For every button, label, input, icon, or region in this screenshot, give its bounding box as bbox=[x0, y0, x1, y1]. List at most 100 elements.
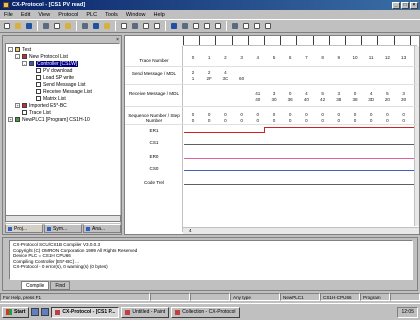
status-bar: For Help, press F1 Any type NewPLC1 CS1H-CP… bbox=[0, 293, 420, 301]
tree-item[interactable]: Load SP write bbox=[8, 74, 117, 81]
cut-icon[interactable] bbox=[41, 21, 51, 31]
output-line: CX-Protocol - 0 error(s), 0 warning(s) (… bbox=[13, 264, 108, 269]
save-icon[interactable] bbox=[24, 21, 34, 31]
menu-protocol[interactable]: Protocol bbox=[57, 12, 79, 18]
trace-cell: 0 bbox=[256, 112, 260, 117]
connect-icon[interactable] bbox=[169, 21, 179, 31]
tab-find[interactable]: Find bbox=[50, 281, 71, 290]
menu-plc[interactable]: PLC bbox=[85, 12, 98, 18]
windows-flag-icon bbox=[6, 309, 12, 315]
document-icon bbox=[36, 68, 41, 73]
copy-icon[interactable] bbox=[52, 21, 62, 31]
new-file-icon[interactable] bbox=[2, 21, 12, 31]
transfer-icon[interactable] bbox=[180, 21, 190, 31]
collapse-icon[interactable]: - bbox=[8, 47, 13, 52]
trace-cell: 0 bbox=[369, 112, 373, 117]
zoom-icon[interactable] bbox=[141, 21, 151, 31]
er1-signal-trace bbox=[264, 127, 414, 128]
ruler-tick bbox=[247, 36, 249, 45]
project-tree[interactable]: - Test - New Protocol List - Controller [CS1W… bbox=[5, 43, 120, 223]
trace-start-icon[interactable] bbox=[191, 21, 201, 31]
chart-vertical-scrollbar[interactable] bbox=[414, 46, 419, 226]
trace-cell: 3 bbox=[272, 91, 276, 96]
protocol-icon bbox=[22, 54, 27, 59]
close-button[interactable]: × bbox=[410, 1, 418, 9]
toolbar-separator bbox=[165, 21, 166, 31]
upload-icon[interactable] bbox=[252, 21, 262, 31]
trace-cell: 3C bbox=[222, 76, 229, 81]
trace-cell: 40 bbox=[255, 97, 261, 102]
analysis-tab-icon bbox=[86, 226, 90, 231]
print-icon[interactable] bbox=[80, 21, 90, 31]
compare-icon[interactable] bbox=[263, 21, 273, 31]
quicklaunch-browser-icon[interactable] bbox=[41, 308, 50, 316]
task-paint[interactable]: Untitled - Paint bbox=[121, 306, 170, 318]
tree-item[interactable]: PV download bbox=[8, 67, 117, 74]
trace-cell: 5 bbox=[321, 91, 324, 96]
properties-icon[interactable] bbox=[91, 21, 101, 31]
trace-row-label: CS0 bbox=[149, 166, 159, 171]
document-icon bbox=[36, 75, 41, 80]
tab-project[interactable]: Proj... bbox=[5, 224, 43, 233]
quicklaunch-desktop-icon[interactable] bbox=[31, 308, 40, 316]
menu-view[interactable]: View bbox=[37, 12, 51, 18]
chart-horizontal-scrollbar[interactable]: 4 bbox=[183, 227, 419, 234]
trace-cell: 36 bbox=[287, 97, 293, 102]
tab-compile[interactable]: Compile bbox=[21, 281, 50, 290]
trace-stop-icon[interactable] bbox=[202, 21, 212, 31]
tree-view-icon[interactable] bbox=[119, 21, 129, 31]
status-cell: For Help, press F1 bbox=[0, 293, 150, 301]
tree-item[interactable]: Receive Message List bbox=[8, 88, 117, 95]
output-log[interactable]: CX-Protocol SCU/CS1B Compiler V3.0.0.3 Co… bbox=[9, 240, 413, 280]
download-icon[interactable] bbox=[241, 21, 251, 31]
tree-item[interactable]: - New Protocol List bbox=[8, 53, 117, 60]
tree-item[interactable]: - Controller [CS1W] bbox=[8, 60, 117, 67]
status-cell bbox=[150, 293, 190, 301]
tree-item[interactable]: Trace List bbox=[8, 109, 117, 116]
compile-icon[interactable] bbox=[230, 21, 240, 31]
er1-signal-edge bbox=[264, 127, 265, 133]
trace-cell: 0 bbox=[191, 55, 195, 60]
tree-item[interactable]: Matrix List bbox=[8, 95, 117, 102]
output-tabs: Compile Find bbox=[21, 281, 71, 290]
trace-cell: 0 bbox=[353, 118, 357, 123]
collapse-icon[interactable]: - bbox=[22, 61, 27, 66]
help-icon[interactable] bbox=[102, 21, 112, 31]
trace-cell: 0 bbox=[353, 112, 357, 117]
open-folder-icon[interactable] bbox=[13, 21, 23, 31]
trace-cell: 2 bbox=[207, 70, 211, 75]
trace-read-icon[interactable] bbox=[213, 21, 223, 31]
menu-window[interactable]: Window bbox=[125, 12, 147, 18]
menu-file[interactable]: File bbox=[3, 12, 14, 18]
tree-item[interactable]: Send Message List bbox=[8, 81, 117, 88]
task-collection[interactable]: Collection - CX-Protocol bbox=[171, 306, 240, 318]
maximize-button[interactable]: □ bbox=[401, 1, 409, 9]
menu-help[interactable]: Help bbox=[152, 12, 165, 18]
expand-icon[interactable]: + bbox=[15, 103, 20, 108]
ruler-tick bbox=[231, 36, 233, 45]
trace-cell: 6 bbox=[288, 55, 292, 60]
start-button[interactable]: Start bbox=[2, 306, 30, 318]
trace-cell: 40 bbox=[303, 97, 309, 102]
tab-project-label: Proj... bbox=[14, 225, 28, 232]
output-view-icon[interactable] bbox=[130, 21, 140, 31]
menu-tools[interactable]: Tools bbox=[104, 12, 119, 18]
tree-horizontal-scrollbar[interactable] bbox=[5, 215, 121, 222]
task-cx-protocol[interactable]: CX-Protocol - [CS1 P... bbox=[51, 306, 120, 318]
tree-item[interactable]: + Imported E5*-BC bbox=[8, 102, 117, 109]
trace-cell: 10 bbox=[352, 55, 358, 60]
ruler-tick bbox=[361, 36, 363, 45]
expand-icon[interactable]: + bbox=[8, 117, 13, 122]
collapse-icon[interactable]: - bbox=[15, 54, 20, 59]
tree-item[interactable]: - Test bbox=[8, 46, 117, 53]
tree-item-label: Imported E5*-BC bbox=[29, 102, 67, 109]
tree-item[interactable]: + NewPLC1 [Program] CS1H-10 bbox=[8, 116, 117, 123]
minimize-button[interactable]: _ bbox=[392, 1, 400, 9]
tab-analysis[interactable]: Ana... bbox=[83, 224, 121, 233]
ruler-tick bbox=[377, 36, 379, 45]
menu-edit[interactable]: Edit bbox=[20, 12, 31, 18]
tab-symbols[interactable]: Sym... bbox=[44, 224, 82, 233]
paste-icon[interactable] bbox=[63, 21, 73, 31]
zoom-out-icon[interactable] bbox=[152, 21, 162, 31]
trace-cell: 38 bbox=[352, 97, 358, 102]
